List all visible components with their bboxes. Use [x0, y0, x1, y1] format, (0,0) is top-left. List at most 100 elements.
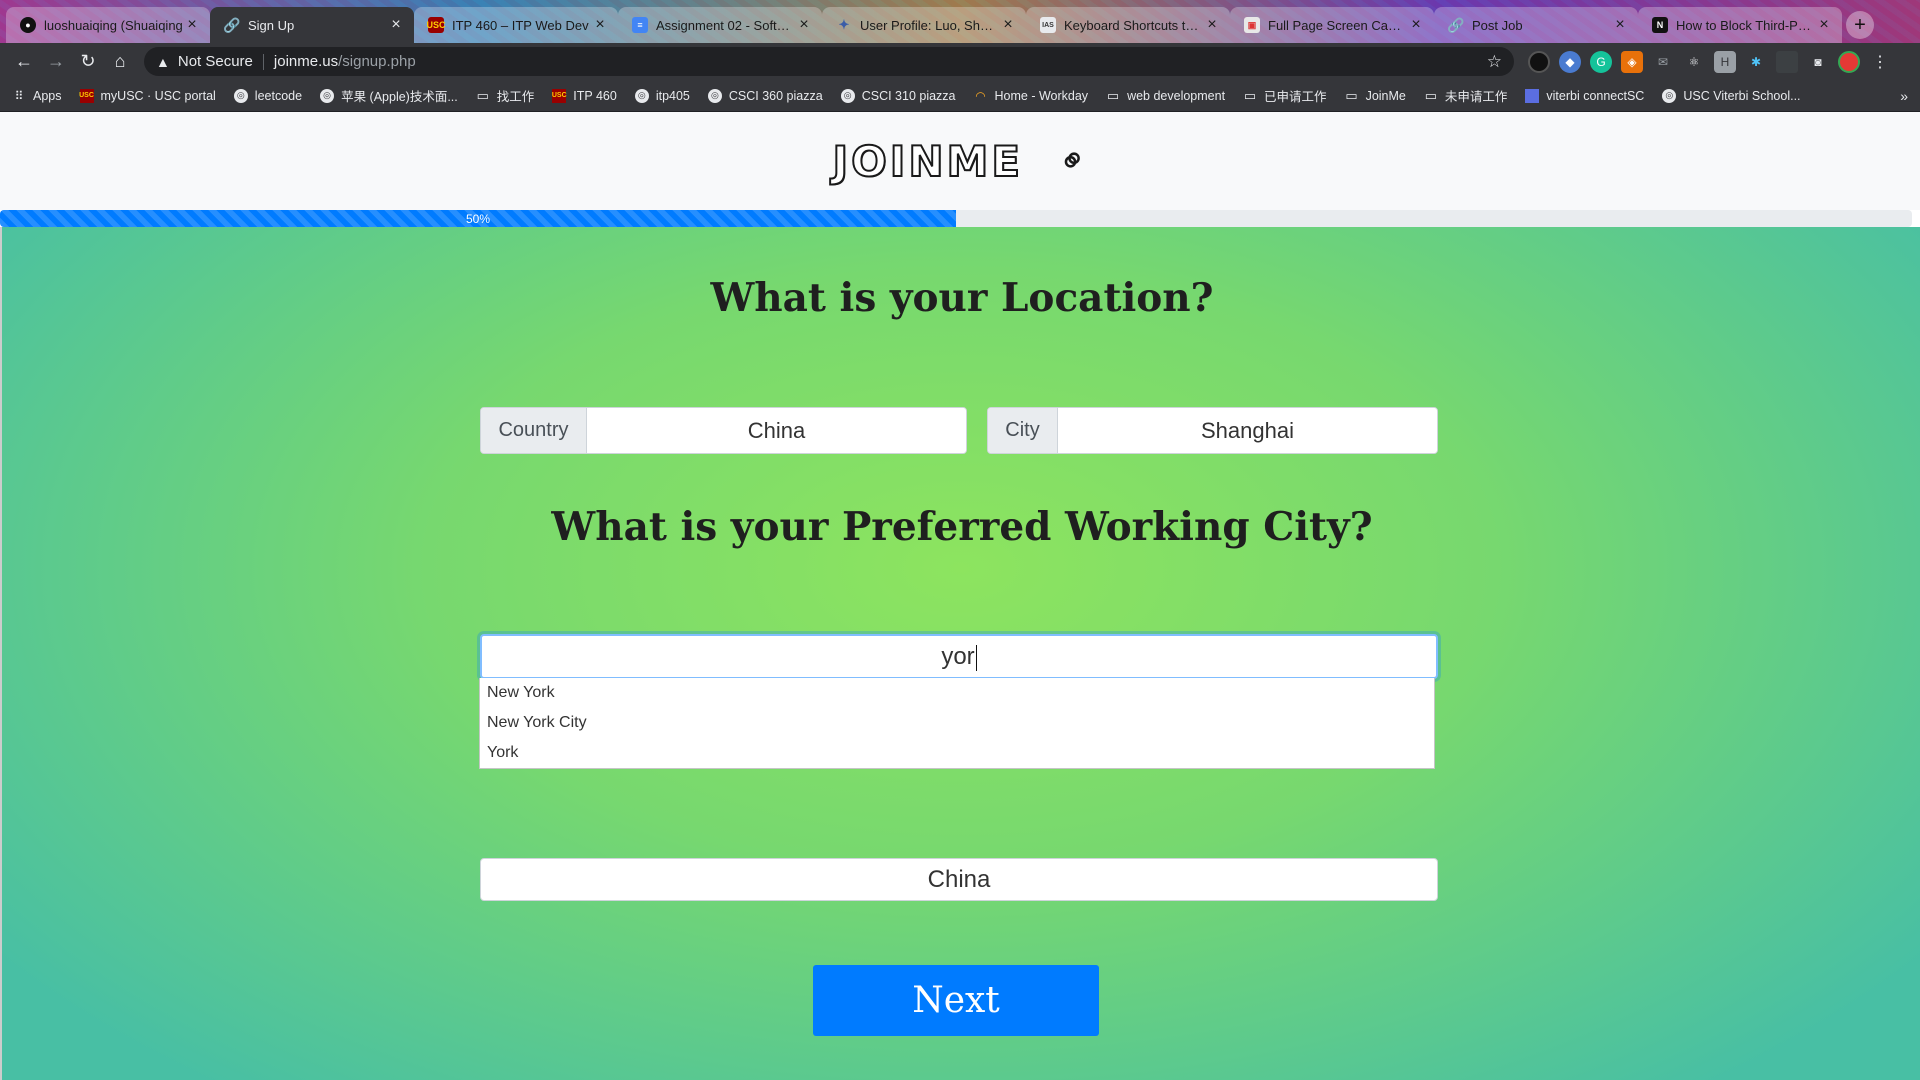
- bookmark-star-icon[interactable]: ☆: [1487, 52, 1502, 72]
- preferred-city-value: yor: [941, 643, 975, 670]
- autocomplete-option[interactable]: York: [480, 738, 1434, 768]
- location-question: What is your Location?: [710, 275, 1214, 321]
- new-tab-button[interactable]: +: [1846, 11, 1874, 39]
- bookmark-apple-interview[interactable]: ◎ 苹果 (Apple)技术面...: [320, 86, 458, 105]
- close-tab-icon[interactable]: ×: [1000, 16, 1016, 34]
- bookmark-viterbi-connect[interactable]: viterbi connectSC: [1525, 88, 1645, 103]
- country-label: Country: [481, 408, 587, 453]
- bookmark-label: CSCI 360 piazza: [728, 88, 823, 103]
- tab-title: Full Page Screen Capture: [1268, 17, 1408, 33]
- bookmark-usc-viterbi[interactable]: ◎ USC Viterbi School...: [1662, 88, 1801, 103]
- bookmark-myusc[interactable]: USC myUSC · USC portal: [79, 88, 216, 103]
- react-devtools-icon[interactable]: ⚛: [1683, 51, 1705, 73]
- bookmark-label: ITP 460: [573, 88, 617, 103]
- bookmark-folder-joinme[interactable]: ▭ JoinMe: [1345, 87, 1405, 103]
- globe-icon: ◎: [320, 88, 335, 103]
- folder-icon: ▭: [1345, 87, 1358, 103]
- autocomplete-dropdown: New York New York City York: [479, 678, 1435, 769]
- bookmark-label: viterbi connectSC: [1546, 88, 1645, 103]
- close-tab-icon[interactable]: ×: [1816, 16, 1832, 34]
- close-tab-icon[interactable]: ×: [796, 16, 812, 34]
- menu-dots-icon[interactable]: ⋮: [1869, 51, 1891, 73]
- camera-icon[interactable]: ◙: [1807, 51, 1829, 73]
- extension-shield-icon[interactable]: ◆: [1559, 50, 1581, 73]
- close-tab-icon[interactable]: ×: [1408, 16, 1424, 34]
- globe-icon: ◎: [707, 88, 722, 103]
- browser-toolbar: ← → ↻ ⌂ ▲ Not Secure joinme.us/signup.ph…: [0, 43, 1920, 80]
- extension-square-icon[interactable]: [1776, 50, 1798, 73]
- tab-keyboard-shortcuts[interactable]: IAS Keyboard Shortcuts to C ×: [1026, 7, 1230, 43]
- bookmark-leetcode[interactable]: ◎ leetcode: [233, 88, 302, 103]
- folder-icon: ▭: [1424, 87, 1437, 103]
- profile-avatar[interactable]: [1838, 50, 1860, 73]
- extension-puzzle-icon[interactable]: ✱: [1745, 51, 1767, 73]
- tab-github[interactable]: ● luoshuaiqing (Shuaiqing ×: [6, 7, 210, 43]
- tab-post-job[interactable]: 🔗 Post Job ×: [1434, 7, 1638, 43]
- usc-icon: USC: [552, 88, 567, 103]
- bookmark-folder-not-applied[interactable]: ▭ 未申请工作: [1424, 86, 1508, 105]
- close-tab-icon[interactable]: ×: [1204, 16, 1220, 34]
- bookmark-folder-jobs[interactable]: ▭ 找工作: [476, 86, 535, 105]
- tab-assignment[interactable]: ≡ Assignment 02 - Software ×: [618, 7, 822, 43]
- bookmark-csci310[interactable]: ◎ CSCI 310 piazza: [840, 88, 956, 103]
- forward-icon[interactable]: →: [40, 47, 72, 77]
- tab-title: ITP 460 – ITP Web Dev: [452, 17, 589, 33]
- city-label: City: [988, 408, 1058, 453]
- tab-strip: ● luoshuaiqing (Shuaiqing × 🔗 Sign Up × …: [0, 0, 1920, 43]
- wordpress-icon: ✦: [838, 17, 850, 32]
- autocomplete-option[interactable]: New York City: [480, 708, 1434, 738]
- address-bar[interactable]: ▲ Not Secure joinme.us/signup.php ☆: [144, 47, 1514, 76]
- city-input-group: City: [987, 407, 1438, 454]
- bookmark-itp460[interactable]: USC ITP 460: [552, 88, 617, 103]
- bookmark-apps[interactable]: ⠿ Apps: [12, 89, 62, 103]
- back-icon[interactable]: ←: [8, 47, 40, 77]
- tab-title: Sign Up: [248, 17, 295, 33]
- bookmark-folder-webdev[interactable]: ▭ web development: [1106, 88, 1225, 103]
- tab-itp460[interactable]: USC ITP 460 – ITP Web Dev ×: [414, 7, 618, 43]
- reload-icon[interactable]: ↻: [72, 47, 104, 77]
- globe-icon: ◎: [1662, 88, 1677, 103]
- warning-icon: ▲: [156, 53, 170, 70]
- country-input[interactable]: [587, 408, 966, 453]
- text-caret: [975, 644, 977, 671]
- grammarly-icon[interactable]: G: [1590, 50, 1612, 73]
- tab-user-profile[interactable]: ✦ User Profile: Luo, Shuaiqi ×: [822, 7, 1026, 43]
- tab-title: User Profile: Luo, Shuaiqi: [860, 17, 1000, 33]
- bookmark-label: 未申请工作: [1444, 90, 1508, 104]
- docs-icon: ≡: [632, 17, 648, 33]
- bookmark-workday[interactable]: ◠ Home - Workday: [974, 88, 1089, 103]
- bookmark-label: Home - Workday: [994, 88, 1089, 103]
- bookmarks-bar: ⠿ Apps USC myUSC · USC portal ◎ leetcode ◎ 苹…: [0, 80, 1920, 112]
- tab-sign-up[interactable]: 🔗 Sign Up ×: [210, 7, 414, 43]
- close-tab-icon[interactable]: ×: [388, 16, 404, 34]
- extension-fox-icon[interactable]: ◈: [1621, 50, 1643, 73]
- tab-full-page-capture[interactable]: ▣ Full Page Screen Capture ×: [1230, 7, 1434, 43]
- progress-label: 50%: [465, 211, 491, 226]
- tab-block-third-party[interactable]: N How to Block Third-Party ×: [1638, 7, 1842, 43]
- progress-bar: 50%: [0, 210, 1912, 227]
- security-label: Not Secure: [177, 53, 253, 70]
- close-tab-icon[interactable]: ×: [1612, 16, 1628, 34]
- mail-icon[interactable]: ✉: [1652, 51, 1674, 73]
- divider: [262, 53, 264, 70]
- chevron-more-icon[interactable]: »: [1900, 88, 1908, 104]
- bookmark-csci360[interactable]: ◎ CSCI 360 piazza: [707, 88, 823, 103]
- close-tab-icon[interactable]: ×: [184, 16, 200, 34]
- city-input[interactable]: [1058, 408, 1437, 453]
- citizenship-input[interactable]: China: [480, 858, 1438, 901]
- site-header: JOINME ⚭: [0, 112, 1920, 210]
- close-tab-icon[interactable]: ×: [592, 16, 608, 34]
- extension-h-icon[interactable]: H: [1714, 50, 1736, 73]
- bookmark-itp405[interactable]: ◎ itp405: [634, 88, 690, 103]
- home-icon[interactable]: ⌂: [104, 47, 136, 77]
- extension-dark-icon[interactable]: [1528, 50, 1550, 73]
- next-button[interactable]: Next: [813, 965, 1099, 1036]
- bookmark-folder-applied[interactable]: ▭ 已申请工作: [1243, 86, 1327, 105]
- autocomplete-option[interactable]: New York: [480, 678, 1434, 708]
- logo[interactable]: JOINME: [831, 136, 1023, 187]
- workday-icon: ◠: [975, 88, 986, 103]
- citizenship-value: China: [927, 866, 991, 893]
- preferred-city-input[interactable]: yor: [480, 634, 1438, 679]
- bookmark-label: myUSC · USC portal: [100, 88, 216, 103]
- chain-link-icon: ⚭: [1049, 137, 1097, 185]
